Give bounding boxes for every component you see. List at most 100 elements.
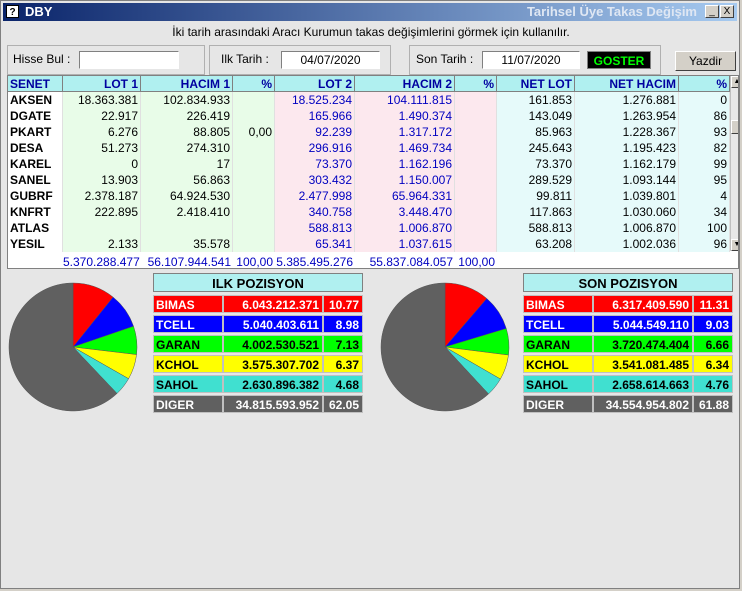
pozisyon-pct: 9.03 [693,315,733,333]
table-cell [455,220,497,236]
pozisyon-value: 3.720.474.404 [593,335,693,353]
table-cell: 2.477.998 [275,188,355,204]
window-subtitle: Tarihsel Üye Takas Değişim [526,4,697,19]
table-cell: 1.039.801 [575,188,679,204]
pozisyon-pct: 6.66 [693,335,733,353]
pozisyon-name: DIGER [153,395,223,413]
column-header-lot-2[interactable]: LOT 2 [275,76,355,92]
table-cell: 1.317.172 [355,124,455,140]
end-date-field[interactable]: 11/07/2020 [482,51,580,69]
table-cell: 226.419 [141,108,233,124]
total-cell [8,254,63,268]
table-cell [233,108,275,124]
title-bar[interactable]: ? DBY Tarihsel Üye Takas Değişim _ X [3,3,737,21]
pozisyon-pct: 6.34 [693,355,733,373]
table-cell: 1.195.423 [575,140,679,156]
table-cell [63,220,141,236]
pozisyon-value: 3.541.081.485 [593,355,693,373]
table-cell: GUBRF [8,188,63,204]
pozisyon-name: TCELL [153,315,223,333]
table-cell: 0,00 [233,124,275,140]
table-cell: 1.093.144 [575,172,679,188]
search-input[interactable] [79,51,179,69]
pozisyon-value: 5.040.403.611 [223,315,323,333]
column-header-pct[interactable]: % [455,76,497,92]
column-header-pct[interactable]: % [679,76,730,92]
table-cell: 1.030.060 [575,204,679,220]
column-header-lot-1[interactable]: LOT 1 [63,76,141,92]
pozisyon-pct: 11.31 [693,295,733,313]
table-cell: ATLAS [8,220,63,236]
total-cell: 56.107.944.541 [147,255,231,269]
start-date-label: Ilk Tarih : [221,52,269,66]
ilk-pozisyon-title: ILK POZISYON [153,273,363,292]
table-cell [233,236,275,252]
column-header-pct[interactable]: % [233,76,275,92]
table-cell [233,188,275,204]
table-cell: 2.418.410 [141,204,233,220]
scroll-up-arrow-icon[interactable]: ▲ [731,76,738,88]
table-cell: PKART [8,124,63,140]
scroll-down-arrow-icon[interactable]: ▼ [731,239,738,251]
table-cell: 1.037.615 [355,236,455,252]
pozisyon-name: BIMAS [523,295,593,313]
table-cell: 64.924.530 [141,188,233,204]
pozisyon-name: SAHOL [523,375,593,393]
table-cell [233,220,275,236]
table-cell: 17 [141,156,233,172]
table-cell: 63.208 [497,236,575,252]
son-pozisyon-pie-chart [380,282,510,412]
yazdir-button[interactable]: Yazdir [675,51,736,71]
total-cell: 5.370.288.477 [63,255,140,269]
total-cell [679,254,730,268]
column-header-net-hacim[interactable]: NET HACIM [575,76,679,92]
table-cell: 6.276 [63,124,141,140]
table-cell: 88.805 [141,124,233,140]
table-cell: 56.863 [141,172,233,188]
table-cell: 588.813 [497,220,575,236]
table-cell: 18.525.234 [275,92,355,108]
table-cell: 117.863 [497,204,575,220]
app-menu-icon[interactable]: ? [6,5,19,18]
grid-vertical-scrollbar[interactable]: ▲ ▼ [730,76,738,251]
table-cell: 35.578 [141,236,233,252]
table-cell: 51.273 [63,140,141,156]
table-cell: 95 [679,172,730,188]
table-cell: 0 [63,156,141,172]
minimize-button[interactable]: _ [705,5,719,18]
table-cell: 303.432 [275,172,355,188]
table-cell [455,124,497,140]
column-header-hacim-1[interactable]: HACIM 1 [141,76,233,92]
table-cell: 65.964.331 [355,188,455,204]
takas-grid: ▲ ▼ SENETLOT 1HACIM 1%LOT 2HACIM 2%NET L… [7,75,739,269]
table-cell [233,92,275,108]
table-cell: KNFRT [8,204,63,220]
column-header-senet[interactable]: SENET [8,76,63,92]
table-cell [141,220,233,236]
pozisyon-pct: 62.05 [323,395,363,413]
pozisyon-name: GARAN [523,335,593,353]
table-cell: 1.006.870 [575,220,679,236]
table-cell: 0 [679,92,730,108]
table-cell: 274.310 [141,140,233,156]
table-cell: 93 [679,124,730,140]
table-cell: 73.370 [275,156,355,172]
total-cell: 100,00 [458,255,495,269]
total-cell [497,254,575,268]
table-cell: 2.378.187 [63,188,141,204]
table-cell: 588.813 [275,220,355,236]
scroll-thumb[interactable] [731,120,738,134]
table-cell: 222.895 [63,204,141,220]
pozisyon-pct: 61.88 [693,395,733,413]
table-cell: 34 [679,204,730,220]
column-header-hacim-2[interactable]: HACIM 2 [355,76,455,92]
table-cell [455,140,497,156]
start-date-field[interactable]: 04/07/2020 [281,51,380,69]
close-button[interactable]: X [720,5,734,18]
goster-button[interactable]: GOSTER [587,51,651,69]
pozisyon-value: 34.554.954.802 [593,395,693,413]
table-cell: 1.162.196 [355,156,455,172]
table-cell: 85.963 [497,124,575,140]
table-cell [455,236,497,252]
column-header-net-lot[interactable]: NET LOT [497,76,575,92]
